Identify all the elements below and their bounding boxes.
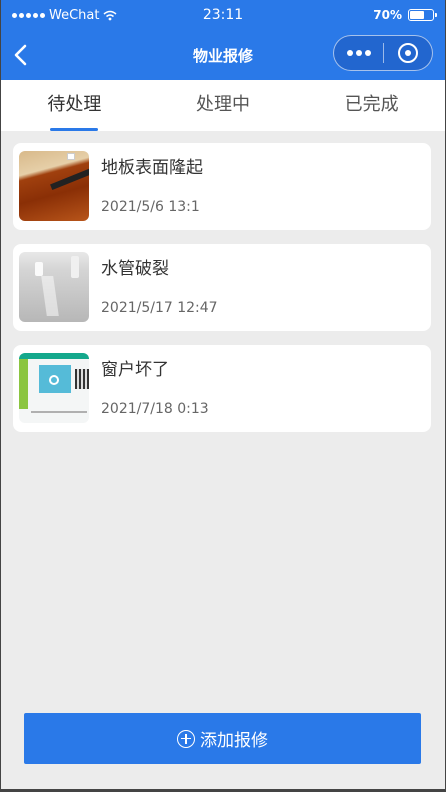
nav-bar: 物业报修 (0, 30, 446, 80)
repair-item[interactable]: 水管破裂 2021/5/17 12:47 (13, 244, 431, 331)
mini-program-capsule (333, 35, 433, 71)
repair-time: 2021/5/6 13:1 (101, 199, 200, 215)
battery-icon (408, 9, 437, 21)
status-tabs: 待处理 处理中 已完成 (0, 80, 446, 131)
battery-area: 70% (373, 8, 437, 22)
repair-time: 2021/7/18 0:13 (101, 401, 209, 417)
repair-list: 地板表面隆起 2021/5/6 13:1 水管破裂 2021/5/17 12:4… (13, 143, 431, 446)
battery-percent: 70% (373, 8, 402, 22)
status-bar: WeChat 23:11 70% (0, 0, 446, 30)
tab-label: 处理中 (196, 94, 250, 115)
plus-circle-icon (177, 729, 195, 748)
pipe-photo-thumbnail (19, 252, 89, 322)
add-repair-label: 添加报修 (200, 731, 268, 751)
tab-completed[interactable]: 已完成 (297, 80, 446, 131)
tab-processing[interactable]: 处理中 (149, 80, 298, 131)
battery-fill (410, 11, 424, 19)
floor-photo-thumbnail (19, 151, 89, 221)
active-tab-indicator (50, 128, 99, 131)
tab-label: 待处理 (47, 94, 102, 115)
tab-label: 已完成 (344, 94, 399, 115)
repair-title: 水管破裂 (101, 259, 169, 279)
repair-title: 窗户坏了 (101, 360, 169, 380)
repair-title: 地板表面隆起 (101, 158, 203, 178)
add-repair-button[interactable]: 添加报修 (24, 713, 421, 764)
repair-item[interactable]: 窗户坏了 2021/7/18 0:13 (13, 345, 431, 432)
repair-time: 2021/5/17 12:47 (101, 300, 218, 316)
close-mini-program-button[interactable] (384, 36, 432, 70)
tab-pending[interactable]: 待处理 (0, 80, 149, 131)
more-dots-icon[interactable] (334, 36, 383, 70)
repair-item[interactable]: 地板表面隆起 2021/5/6 13:1 (13, 143, 431, 230)
window-screenshot-thumbnail (19, 353, 89, 423)
target-circle-icon (397, 43, 418, 63)
